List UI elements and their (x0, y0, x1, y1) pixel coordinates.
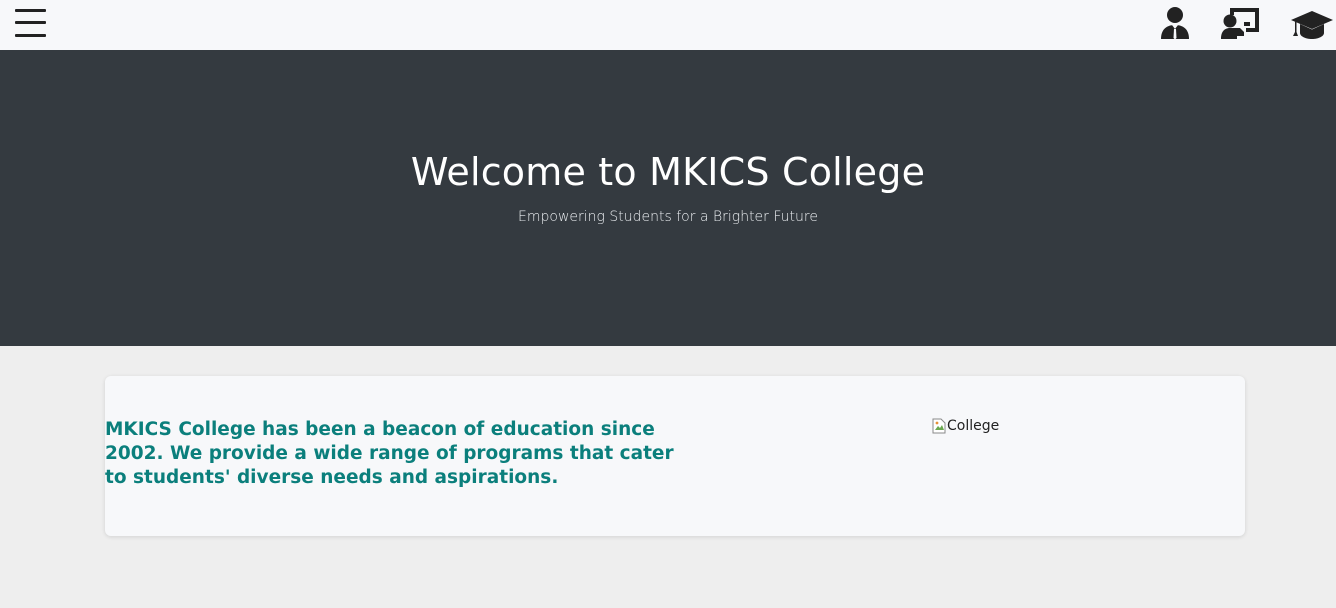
page-title: Welcome to MKICS College (410, 150, 926, 194)
menu-bar-line (15, 9, 46, 12)
menu-bar-line (15, 34, 46, 37)
broken-image-icon (932, 418, 946, 434)
college-image-alt-text: College (947, 418, 1000, 434)
student-icon[interactable] (1158, 5, 1192, 43)
graduation-cap-icon[interactable] (1290, 5, 1334, 43)
menu-bar-line (15, 21, 46, 24)
hero-subtitle: Empowering Students for a Brighter Futur… (518, 209, 818, 225)
about-card: MKICS College has been a beacon of educa… (105, 376, 1245, 536)
college-image: College (932, 418, 999, 434)
about-description: MKICS College has been a beacon of educa… (105, 419, 674, 488)
hamburger-menu-button[interactable] (14, 7, 48, 39)
top-navbar (0, 0, 1336, 50)
hero-banner: Welcome to MKICS College Empowering Stud… (0, 50, 1336, 346)
teacher-icon[interactable] (1220, 5, 1262, 43)
